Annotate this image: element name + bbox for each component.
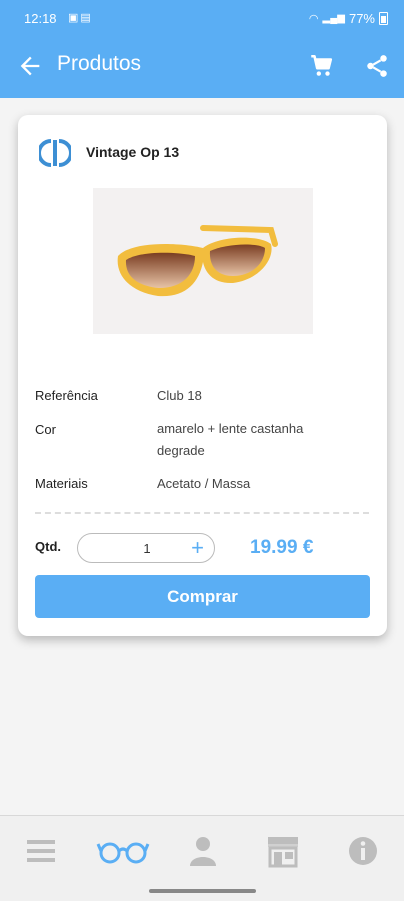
spec-value-color: amarelo + lente castanha degrade (157, 421, 304, 458)
quantity-label: Qtd. (35, 539, 61, 554)
glasses-icon[interactable] (96, 834, 150, 868)
wifi-icon: ◠ (308, 13, 319, 25)
brand-logo (39, 139, 71, 167)
back-arrow-icon[interactable] (16, 52, 44, 80)
status-right: ◠ ▂▄▆ 77% (309, 11, 388, 26)
sunglasses-image (117, 225, 278, 297)
battery-percent: 77% (348, 11, 375, 26)
spec-label-materials: Materiais (35, 476, 88, 491)
spec-label-color: Cor (35, 422, 56, 437)
status-time: 12:18 (24, 11, 57, 26)
product-name: Vintage Op 13 (86, 144, 180, 160)
share-icon[interactable] (364, 53, 390, 79)
product-image[interactable] (93, 188, 313, 334)
gesture-bar[interactable] (149, 889, 256, 893)
notification-icons: ▣▤ (68, 12, 93, 24)
bottom-nav (0, 815, 404, 901)
info-icon[interactable] (346, 834, 380, 868)
user-icon[interactable] (186, 834, 220, 868)
spec-label-reference: Referência (35, 388, 98, 403)
signal-icon: ▂▄▆ (322, 13, 345, 24)
spec-value-materials: Acetato / Massa (157, 476, 251, 491)
product-price: 19.99 € (250, 537, 314, 558)
battery-icon (379, 12, 388, 25)
cart-icon[interactable] (308, 53, 334, 79)
store-icon[interactable] (266, 834, 300, 868)
app-bar: Produtos (0, 36, 404, 98)
status-bar: 12:18 ▣▤ ◠ ▂▄▆ 77% (0, 0, 404, 36)
buy-button[interactable]: Comprar (35, 575, 370, 618)
plus-icon[interactable]: + (191, 535, 204, 561)
spec-value-reference: Club 18 (157, 388, 202, 403)
quantity-stepper[interactable]: 1 + (77, 533, 215, 563)
product-card: Vintage Op 13 Referência Club 18 Cor ama… (18, 115, 387, 636)
menu-icon[interactable] (24, 834, 58, 868)
page-title: Produtos (57, 52, 142, 75)
divider (35, 512, 369, 514)
